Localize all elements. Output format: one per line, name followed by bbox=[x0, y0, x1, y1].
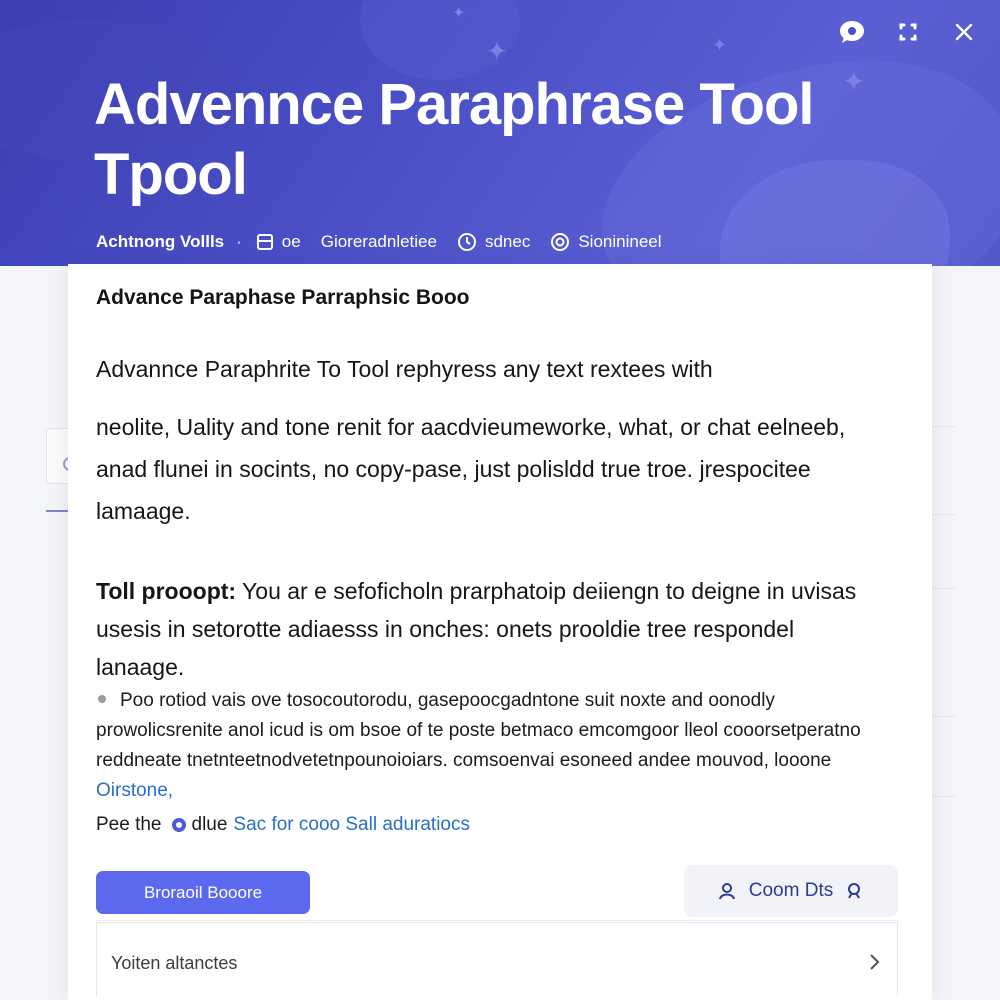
meta-bar: Achtnong Vollls · oe Gioreradnletiee sdn… bbox=[96, 232, 682, 252]
expand-button[interactable] bbox=[894, 18, 922, 46]
note-prefix: Pee the bbox=[96, 814, 162, 835]
secondary-action-button[interactable]: Coom Dts bbox=[684, 865, 898, 917]
bullet-link[interactable]: Oirstone, bbox=[96, 780, 173, 801]
meta-item-label: oe bbox=[281, 232, 301, 251]
description-body: neolite, Uality and tone renit for aacdv… bbox=[96, 414, 846, 524]
strip-divider bbox=[931, 796, 955, 797]
strip-divider bbox=[931, 514, 955, 515]
meta-item-label: Gioreradnletiee bbox=[320, 232, 437, 251]
content-card: Advance Paraphase Parraphsic Booo Advann… bbox=[68, 264, 932, 1000]
page-title: Advennce Paraphrase Tool Tpool bbox=[94, 70, 854, 210]
list-row-alternatives[interactable]: Yoiten altanctes bbox=[96, 922, 898, 996]
prompt-label: Toll prooopt: bbox=[96, 578, 237, 604]
right-side-strip bbox=[930, 426, 955, 806]
page-title-line-2: Tpool bbox=[94, 142, 248, 207]
clock-icon bbox=[457, 233, 476, 251]
close-icon bbox=[955, 23, 973, 41]
meta-item-share[interactable]: Sioninineel bbox=[550, 232, 662, 252]
description-first-line: Advannce Paraphrite To Tool rephyress an… bbox=[96, 356, 713, 382]
sparkle-icon: ✦ bbox=[452, 5, 466, 22]
meta-item-label: Sioninineel bbox=[578, 232, 662, 251]
card-heading: Advance Paraphase Parraphsic Booo bbox=[96, 286, 470, 309]
secondary-button-label: Coom Dts bbox=[748, 880, 834, 901]
note-link[interactable]: Sac for cooo Sall aduratiocs bbox=[233, 814, 470, 836]
bullet-text: Poo rotiod vais ove tosocoutorodu, gasep… bbox=[96, 690, 861, 771]
strip-divider bbox=[931, 588, 955, 589]
chevron-right-icon bbox=[870, 954, 880, 970]
list-row-label: Yoiten altanctes bbox=[111, 953, 238, 973]
meta-item-bookmark[interactable]: oe bbox=[256, 232, 301, 252]
prompt-paragraph: Toll prooopt: You ar e sefoficholn prarp… bbox=[96, 572, 886, 686]
strip-divider bbox=[931, 716, 955, 717]
list-item: Poo rotiod vais ove tosocoutorodu, gasep… bbox=[96, 686, 896, 806]
meta-title: Achtnong Vollls bbox=[96, 232, 225, 251]
search-icon bbox=[848, 883, 861, 899]
bookmark-icon bbox=[256, 234, 273, 250]
divider bbox=[96, 920, 898, 921]
see-note: Pee the dlue Sac for cooo Sall aduratioc… bbox=[96, 814, 470, 836]
chat-bubble-icon bbox=[840, 21, 864, 43]
user-icon bbox=[718, 883, 735, 900]
note-option: dlue bbox=[191, 814, 228, 835]
page-title-line-1: Advennce Paraphrase Tool bbox=[94, 72, 815, 137]
option-radio[interactable] bbox=[171, 818, 186, 832]
close-button[interactable] bbox=[950, 18, 978, 46]
meta-item-label: sdnec bbox=[484, 232, 531, 251]
chat-bubble-button[interactable] bbox=[838, 18, 866, 46]
meta-item-category[interactable]: Gioreradnletiee bbox=[321, 232, 437, 252]
primary-action-button[interactable]: Broraoil Booore bbox=[96, 871, 310, 914]
description-paragraph: Advannce Paraphrite To Tool rephyress an… bbox=[96, 348, 886, 532]
meta-item-time[interactable]: sdnec bbox=[457, 232, 530, 252]
bullet-dot bbox=[98, 695, 106, 704]
strip-divider bbox=[931, 426, 955, 427]
expand-icon bbox=[899, 23, 917, 41]
sparkle-icon: ✦ bbox=[486, 36, 508, 66]
hero-banner: ✦ ✦ ✦ ✦ Advennce Paraphrase Tool Tpool A… bbox=[0, 0, 1000, 266]
window-controls bbox=[838, 18, 978, 46]
meta-separator: · bbox=[236, 232, 242, 251]
share-icon bbox=[551, 233, 570, 251]
sparkle-icon: ✦ bbox=[712, 35, 728, 55]
